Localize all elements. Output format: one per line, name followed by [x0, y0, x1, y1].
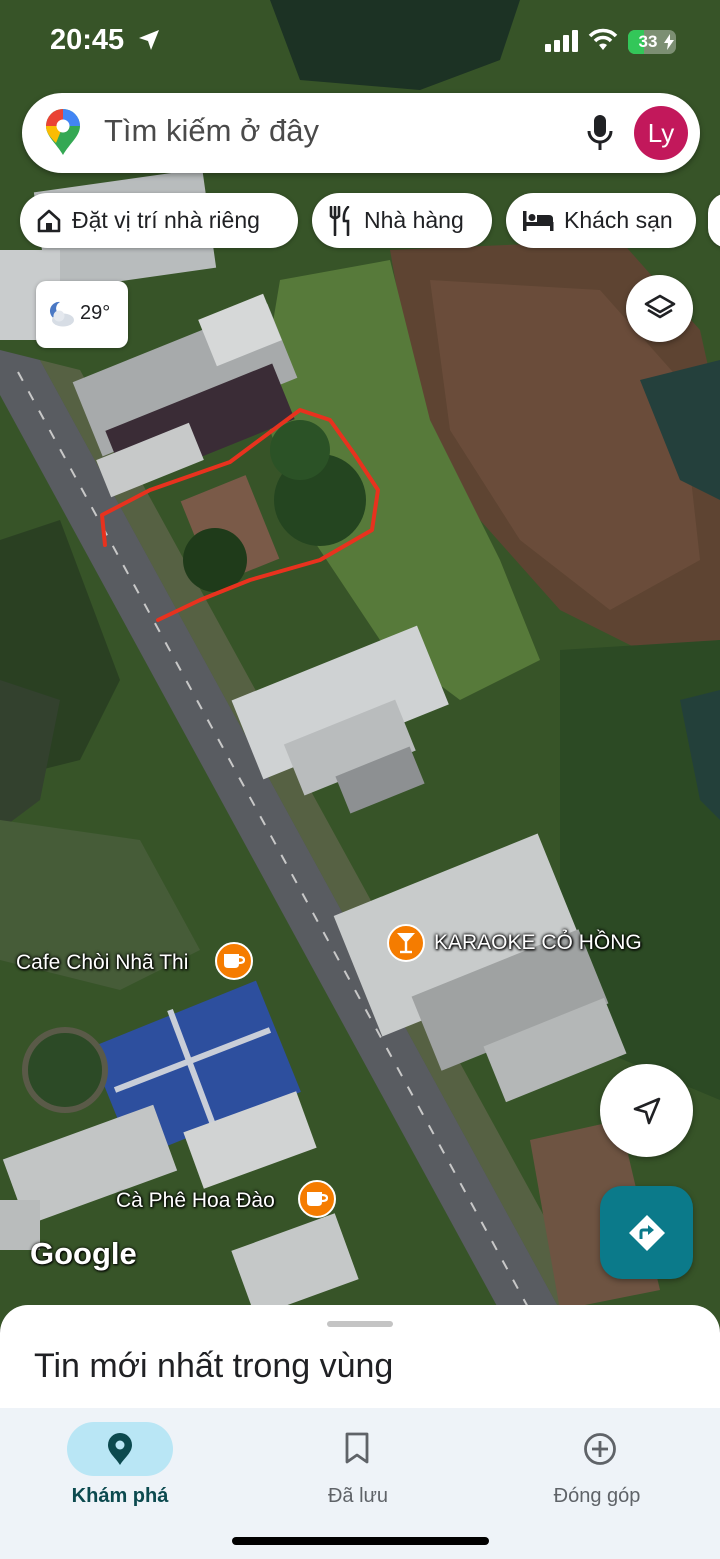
chip-label: Khách sạn — [564, 207, 673, 233]
home-icon — [37, 209, 61, 232]
chip-restaurants[interactable]: Nhà hàng — [312, 193, 492, 248]
chip-label: Nhà hàng — [364, 207, 464, 233]
weather-badge[interactable]: 29° — [36, 281, 128, 348]
cafe-choi-label[interactable]: Cafe Chòi Nhã Thi — [16, 951, 188, 975]
add-circle-icon — [584, 1433, 616, 1465]
bar-poi-marker[interactable] — [387, 924, 425, 962]
status-bar: 20:45 33 — [0, 0, 720, 84]
bookmark-icon — [345, 1432, 369, 1464]
coffee-cup-icon — [307, 1192, 328, 1206]
coffee-cup-icon — [224, 954, 245, 968]
chip-hotels[interactable]: Khách sạn — [506, 193, 696, 248]
navigation-arrow-icon — [633, 1097, 660, 1124]
cafe-poi-marker[interactable] — [215, 942, 253, 980]
restaurant-icon — [329, 205, 350, 236]
tab-label: Đã lưu — [327, 1485, 389, 1507]
location-arrow-icon — [139, 30, 159, 50]
chip-set-home[interactable]: Đặt vị trí nhà riêng — [20, 193, 298, 248]
hotel-icon — [523, 210, 554, 231]
karaoke-label[interactable]: KARAOKE CỎ HỒNG — [434, 931, 642, 955]
battery-percent: 33 — [638, 32, 658, 51]
search-input[interactable]: Tìm kiếm ở đây — [104, 113, 319, 149]
search-bar[interactable]: Tìm kiếm ở đây Ly — [22, 93, 700, 173]
clock: 20:45 — [50, 24, 125, 56]
charging-bolt-icon — [664, 34, 674, 50]
directions-button[interactable] — [600, 1186, 693, 1279]
account-avatar[interactable]: Ly — [634, 106, 688, 160]
my-location-button[interactable] — [600, 1064, 693, 1157]
ca-phe-hoa-dao-label[interactable]: Cà Phê Hoa Đào — [116, 1189, 275, 1213]
layers-button[interactable] — [626, 275, 693, 342]
bottom-sheet[interactable]: Tin mới nhất trong vùng — [0, 1305, 720, 1415]
explore-pin-icon — [108, 1433, 132, 1465]
battery-indicator: 33 — [628, 30, 676, 54]
google-maps-pin-icon — [46, 109, 80, 155]
temperature: 29° — [80, 302, 111, 324]
google-logo: Google — [30, 1236, 137, 1271]
home-indicator — [232, 1537, 489, 1545]
tab-label: Đóng góp — [553, 1485, 641, 1507]
moon-cloud-icon — [49, 301, 74, 327]
cellular-signal-icon — [545, 30, 578, 52]
cafe-poi-marker[interactable] — [298, 1180, 336, 1218]
tab-label: Khám phá — [71, 1485, 169, 1507]
chip-label: Đặt vị trí nhà riêng — [72, 207, 260, 233]
cocktail-icon — [397, 933, 415, 954]
tab-contribute[interactable]: Đóng góp — [497, 1416, 697, 1516]
wifi-icon — [588, 28, 618, 50]
directions-icon — [628, 1214, 665, 1251]
tab-saved[interactable]: Đã lưu — [258, 1416, 458, 1516]
tab-explore[interactable]: Khám phá — [20, 1416, 220, 1516]
sheet-drag-handle[interactable] — [327, 1321, 393, 1327]
sheet-title: Tin mới nhất trong vùng — [34, 1347, 394, 1385]
microphone-icon[interactable] — [585, 113, 615, 153]
layers-icon — [644, 294, 675, 318]
